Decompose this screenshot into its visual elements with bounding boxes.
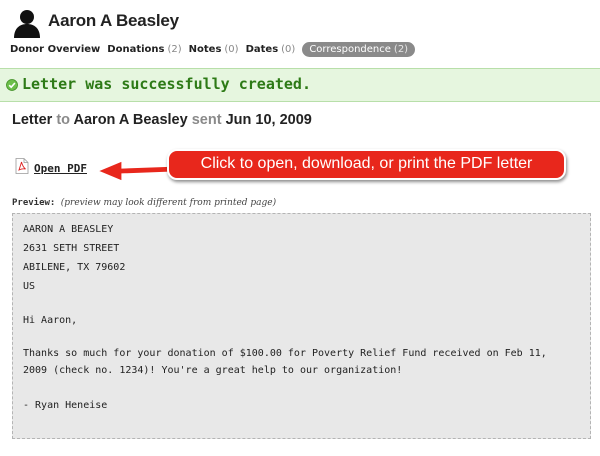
donor-tabs: Donor Overview Donations (2) Notes (0) Dates(…	[10, 42, 422, 58]
letter-preview: AARON A BEASLEY 2631 SETH STREET ABILENE…	[12, 213, 591, 439]
person-silhouette-icon	[14, 10, 40, 38]
sent-date: Jun 10, 2009	[225, 112, 312, 128]
signature: - Ryan Heneise	[23, 400, 108, 411]
address-line: ABILENE, TX 79602	[23, 262, 126, 273]
donor-name: Aaron A Beasley	[48, 11, 179, 30]
annotation-callout: Click to open, download, or print the PD…	[167, 149, 566, 180]
tab-donor-overview[interactable]: Donor Overview	[10, 42, 100, 57]
tab-count: (2)	[393, 44, 409, 55]
annotation-arrow	[96, 160, 177, 182]
annotation-text: Click to open, download, or print the PD…	[200, 155, 533, 172]
donor-header: Aaron A Beasley Donor Overview Donations(…	[0, 0, 600, 66]
address-line: US	[23, 281, 36, 292]
tab-label: Donations	[107, 44, 165, 55]
sent-word: sent	[191, 112, 222, 128]
tab-donations[interactable]: Donations (2)	[107, 42, 181, 57]
tab-label: Notes	[188, 44, 222, 55]
letter-heading: Letter to Aaron A Beasley sent Jun 10, 2…	[12, 112, 312, 128]
check-circle-icon	[6, 79, 18, 91]
pdf-file-icon[interactable]	[15, 158, 29, 174]
letter-word: Letter	[12, 112, 53, 128]
tab-notes[interactable]: Notes (0)	[189, 42, 239, 57]
success-banner: Letter was successfully created.	[0, 68, 600, 102]
letter-body: Thanks so much for your donation of $100…	[23, 348, 547, 376]
address-line: AARON A BEASLEY	[23, 224, 114, 235]
tab-dates[interactable]: Dates (0)	[246, 42, 296, 57]
tab-count: (0)	[224, 44, 239, 55]
tab-label: Donor Overview	[10, 44, 101, 55]
tab-correspondence[interactable]: Correspondence (2)	[302, 42, 416, 57]
preview-label: Preview: (preview may look different fro…	[12, 198, 276, 208]
tab-count: (2)	[167, 44, 182, 55]
open-pdf-link[interactable]: Open PDF	[34, 162, 87, 175]
tab-label: Correspondence	[309, 44, 391, 55]
success-message: Letter was successfully created.	[22, 75, 311, 93]
preview-note: (preview may look different from printed…	[60, 198, 277, 208]
address-line: 2631 SETH STREET	[23, 243, 120, 254]
recipient-name: Aaron A Beasley	[73, 112, 188, 128]
tab-count: (0)	[281, 44, 296, 55]
to-word: to	[56, 112, 71, 128]
preview-title: Preview:	[12, 198, 56, 208]
greeting: Hi Aaron,	[23, 315, 78, 326]
tab-label: Dates	[245, 44, 279, 55]
